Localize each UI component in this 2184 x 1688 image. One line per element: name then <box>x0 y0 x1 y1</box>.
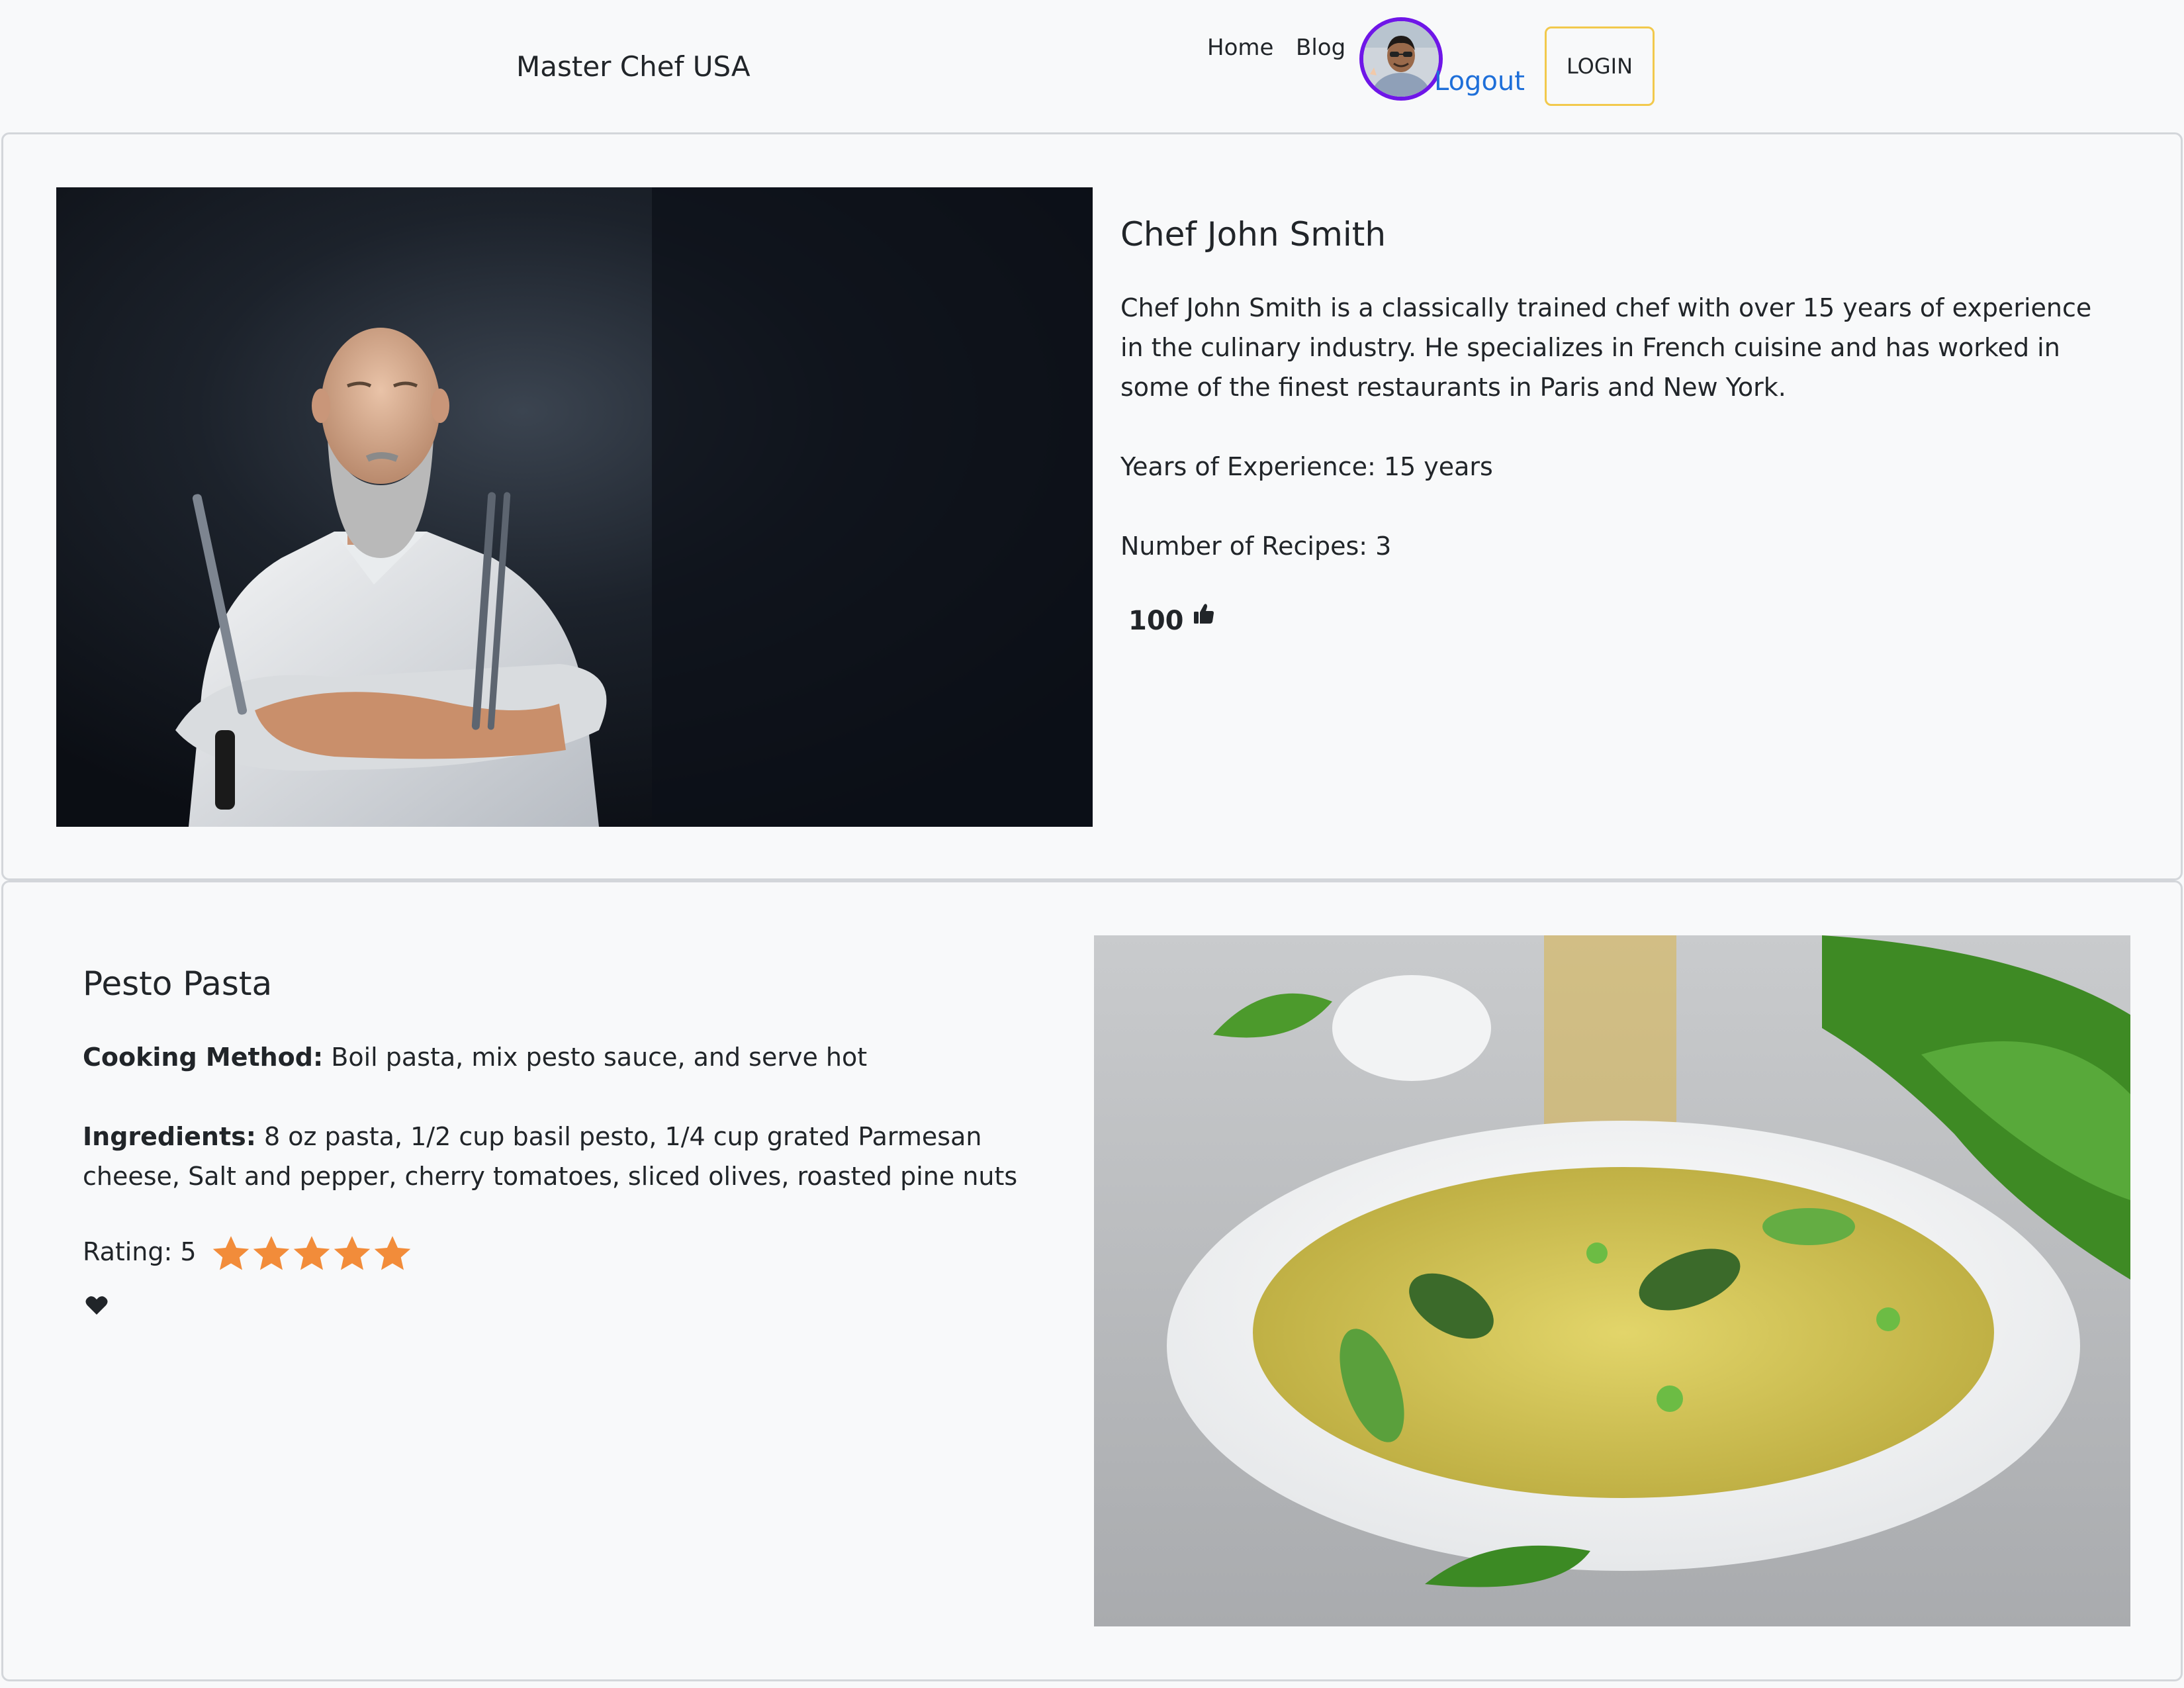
recipe-card: Pesto Pasta Cooking Method: Boil pasta, … <box>1 880 2183 1681</box>
user-avatar[interactable] <box>1359 17 1443 101</box>
rating-stars <box>211 1235 413 1273</box>
star-icon <box>334 1236 370 1270</box>
brand-title[interactable]: Master Chef USA <box>516 50 751 83</box>
rating-label: Rating: 5 <box>83 1237 197 1266</box>
chef-card: Chef John Smith Chef John Smith is a cla… <box>1 132 2183 880</box>
chef-recipe-count: Number of Recipes: 3 <box>1120 532 1392 561</box>
nav-home-link[interactable]: Home <box>1207 34 1273 61</box>
likes-counter[interactable]: 100 <box>1128 604 1214 636</box>
avatar-image <box>1363 21 1439 97</box>
heart-icon[interactable] <box>85 1295 108 1315</box>
star-icon <box>293 1236 330 1270</box>
favorite-button[interactable] <box>85 1295 108 1318</box>
recipe-title: Pesto Pasta <box>83 964 273 1003</box>
recipe-ingredients: Ingredients: 8 oz pasta, 1/2 cup basil p… <box>83 1117 1062 1196</box>
recipe-method: Cooking Method: Boil pasta, mix pesto sa… <box>83 1037 1075 1077</box>
thumbs-up-icon[interactable] <box>1193 602 1214 625</box>
chef-bio: Chef John Smith is a classically trained… <box>1120 293 2092 402</box>
star-icon <box>212 1236 249 1270</box>
navbar: Master Chef USA Home Blog Logout LOGIN <box>0 0 2184 132</box>
star-icon <box>253 1236 289 1270</box>
login-button[interactable]: LOGIN <box>1545 26 1655 106</box>
star-icon <box>374 1236 410 1270</box>
chef-photo <box>56 187 1093 827</box>
likes-count: 100 <box>1128 606 1184 636</box>
ingredients-label: Ingredients: <box>83 1122 256 1151</box>
method-label: Cooking Method: <box>83 1043 324 1072</box>
logout-link[interactable]: Logout <box>1434 66 1525 97</box>
chef-name: Chef John Smith <box>1120 215 1387 254</box>
recipe-photo <box>1094 935 2130 1626</box>
method-text: Boil pasta, mix pesto sauce, and serve h… <box>323 1043 868 1072</box>
chef-experience: Years of Experience: 15 years <box>1120 452 1493 481</box>
nav-blog-link[interactable]: Blog <box>1296 34 1345 61</box>
recipe-rating: Rating: 5 <box>83 1231 413 1273</box>
